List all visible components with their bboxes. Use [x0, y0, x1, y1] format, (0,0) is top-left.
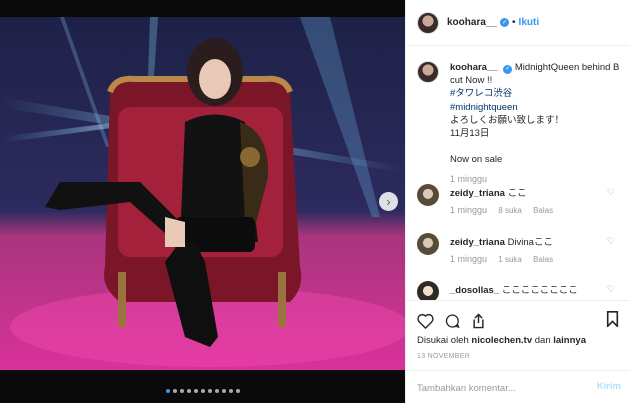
chevron-right-icon: ›	[386, 194, 391, 209]
comment-time[interactable]: 1 minggu	[450, 254, 487, 264]
verified-icon: ✓	[500, 18, 510, 27]
post-comment-button[interactable]: Kirim	[597, 381, 621, 392]
post-header: koohara__ ✓ • Ikuti	[406, 0, 630, 46]
likes-joiner: dan	[534, 335, 551, 346]
carousel-dot	[221, 389, 226, 393]
post-username[interactable]: koohara__	[447, 17, 497, 28]
post-media[interactable]: ›	[0, 0, 405, 403]
carousel-dot	[172, 389, 177, 393]
carousel-dot	[186, 389, 191, 393]
add-comment-bar: Kirim	[406, 370, 630, 403]
carousel-dot	[165, 389, 170, 393]
avatar[interactable]	[417, 281, 439, 300]
post-caption: koohara__ ✓ MidnightQueen behind B cut N…	[417, 61, 622, 186]
carousel-dot	[228, 389, 233, 393]
carousel-next-button[interactable]: ›	[379, 192, 398, 211]
hashtag-link[interactable]: #midnightqueen	[450, 101, 622, 114]
comment-time[interactable]: 1 minggu	[450, 205, 487, 215]
avatar[interactable]	[417, 233, 439, 255]
post-side-panel: koohara__ ✓ • Ikuti koohara__ ✓ Midnight…	[405, 0, 630, 403]
heart-icon[interactable]: ♡	[607, 236, 615, 247]
comment-text: zeidy_triana ここ	[450, 185, 527, 199]
carousel-dot	[179, 389, 184, 393]
bookmark-icon[interactable]	[606, 311, 619, 327]
carousel-dot	[200, 389, 205, 393]
comment-item: _dosollas_ ここここここここ ♡	[417, 281, 627, 300]
comments-list[interactable]: koohara__ ✓ MidnightQueen behind B cut N…	[406, 47, 630, 300]
caption-text: MidnightQueen behind B	[514, 62, 620, 73]
reply-button[interactable]: Balas	[533, 206, 553, 215]
heart-icon[interactable]: ♡	[607, 284, 615, 295]
carousel-dot	[193, 389, 198, 393]
comment-body: ここここここここ	[501, 285, 578, 296]
carousel-dot	[214, 389, 219, 393]
likes-summary: Disukai oleh nicolechen.tv dan lainnya	[417, 335, 586, 346]
carousel-dot	[235, 389, 240, 393]
comment-text: zeidy_triana Divinaここ	[450, 234, 553, 248]
post-photo	[0, 17, 405, 370]
caption-text: cut Now !!	[450, 75, 493, 87]
comment-input[interactable]	[417, 378, 577, 398]
share-icon[interactable]	[471, 313, 486, 329]
post-date[interactable]: 13 NOVEMBER	[417, 353, 470, 360]
caption-text: よろしくお願い致します！	[450, 114, 565, 126]
comment-body: ここ	[507, 188, 527, 199]
caption-text: Now on sale	[450, 154, 503, 166]
avatar[interactable]	[417, 11, 439, 34]
caption-first-line: koohara__ ✓ MidnightQueen behind B	[450, 61, 622, 75]
likes-others-link[interactable]: lainnya	[553, 335, 586, 346]
comment-body: Divinaここ	[507, 237, 553, 248]
avatar[interactable]	[417, 184, 439, 206]
post-actions: Disukai oleh nicolechen.tv dan lainnya 1…	[406, 300, 630, 370]
caption-text	[450, 140, 622, 153]
carousel-indicator	[0, 386, 405, 396]
follow-button[interactable]: Ikuti	[519, 17, 540, 28]
comment-icon[interactable]	[444, 313, 461, 329]
comment-username[interactable]: _dosollas_	[450, 285, 499, 296]
comment-username[interactable]: zeidy_triana	[450, 188, 505, 199]
hashtag-link[interactable]: #タワレコ渋谷	[450, 87, 622, 100]
header-separator: •	[512, 17, 516, 28]
likes-prefix: Disukai oleh	[417, 335, 469, 346]
comment-item: zeidy_triana Divinaここ ♡ 1 minggu 1 suka …	[417, 233, 627, 267]
liker-username[interactable]: nicolechen.tv	[471, 335, 532, 346]
comment-text: _dosollas_ ここここここここ	[450, 282, 578, 296]
comment-likes[interactable]: 8 suka	[498, 206, 522, 215]
comment-username[interactable]: zeidy_triana	[450, 237, 505, 248]
heart-icon[interactable]	[417, 313, 434, 329]
caption-username[interactable]: koohara__	[450, 62, 498, 73]
heart-icon[interactable]: ♡	[607, 187, 615, 198]
comment-likes[interactable]: 1 suka	[498, 255, 522, 264]
avatar[interactable]	[417, 61, 439, 83]
carousel-dot	[207, 389, 212, 393]
caption-text: 11月13日	[450, 128, 490, 140]
reply-button[interactable]: Balas	[533, 255, 553, 264]
verified-icon: ✓	[503, 65, 513, 75]
